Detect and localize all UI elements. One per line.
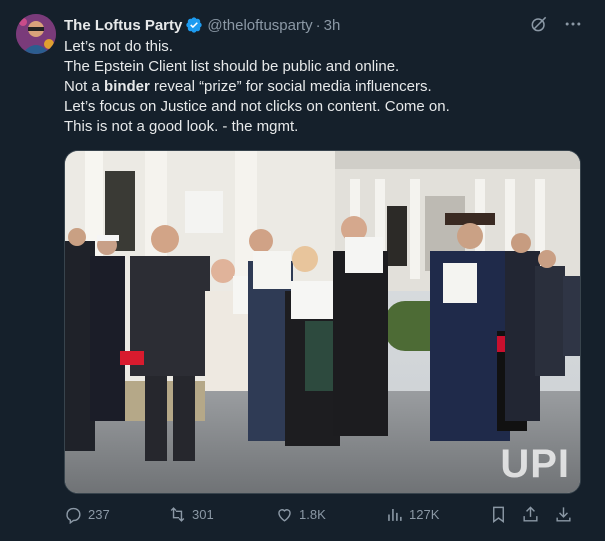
tweet-header: The Loftus Party @theloftusparty · 3h: [64, 15, 340, 35]
text-line: Not a binder reveal “prize” for social m…: [64, 78, 432, 95]
download-button[interactable]: [554, 505, 573, 524]
handle[interactable]: @theloftusparty: [207, 17, 312, 34]
reply-button[interactable]: 237: [64, 505, 110, 524]
share-button[interactable]: [521, 505, 540, 524]
download-icon: [554, 505, 573, 524]
tweet[interactable]: The Loftus Party @theloftusparty · 3h Le…: [0, 0, 605, 541]
header-actions: [529, 14, 583, 34]
separator-dot: ·: [315, 16, 321, 34]
watermark: UPI: [500, 442, 570, 486]
more-icon[interactable]: [563, 14, 583, 34]
text-line: Let’s not do this.: [64, 38, 173, 55]
verified-badge-icon: [185, 16, 203, 34]
text-line: Let’s focus on Justice and not clicks on…: [64, 98, 450, 115]
grok-icon[interactable]: [529, 14, 549, 34]
timestamp[interactable]: 3h: [324, 17, 341, 34]
reply-count: 237: [88, 507, 110, 522]
action-bar: 237 301 1.8K 127K: [64, 505, 584, 529]
media-photo[interactable]: UPI: [64, 150, 581, 494]
repost-button[interactable]: 301: [168, 505, 214, 524]
bold-word: binder: [104, 78, 150, 95]
views-button[interactable]: 127K: [385, 505, 439, 524]
display-name[interactable]: The Loftus Party: [64, 17, 182, 34]
bookmark-button[interactable]: [489, 505, 508, 524]
avatar[interactable]: [16, 14, 56, 54]
views-count: 127K: [409, 507, 440, 522]
views-icon: [385, 505, 404, 524]
text-line: This is not a good look. - the mgmt.: [64, 118, 299, 135]
repost-icon: [168, 505, 187, 524]
tweet-text: Let’s not do this. The Epstein Client li…: [64, 37, 584, 137]
like-icon: [275, 505, 294, 524]
bookmark-icon: [489, 505, 508, 524]
share-icon: [521, 505, 540, 524]
repost-count: 301: [192, 507, 214, 522]
like-count: 1.8K: [299, 507, 326, 522]
text-line: The Epstein Client list should be public…: [64, 58, 400, 75]
like-button[interactable]: 1.8K: [275, 505, 326, 524]
reply-icon: [64, 505, 83, 524]
